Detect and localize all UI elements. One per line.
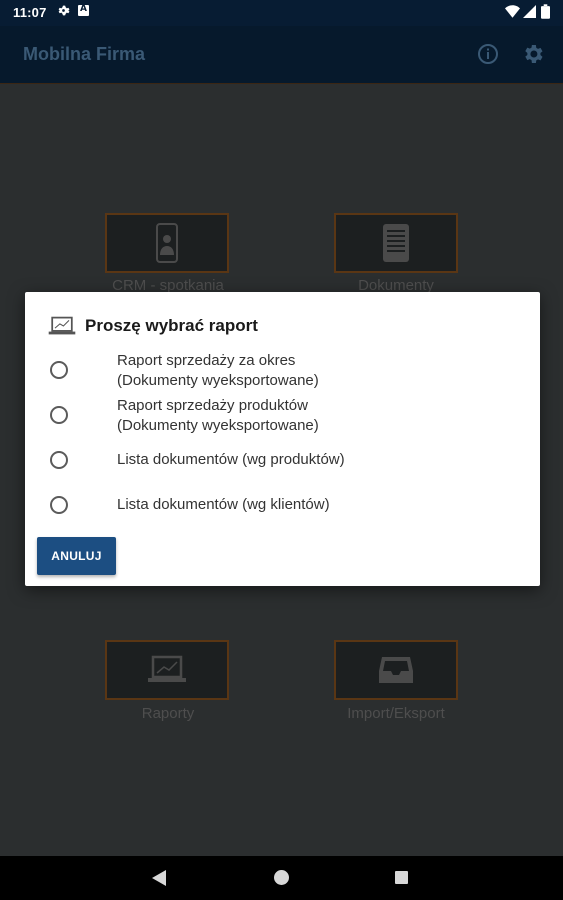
app-title: Mobilna Firma [23,44,146,64]
inbox-tray-icon [379,657,413,683]
battery-icon [541,4,550,19]
tile-dokumenty[interactable] [334,213,458,273]
report-option-label: Lista dokumentów (wg produktów) [117,451,345,468]
app-bar: Mobilna Firma [0,26,563,84]
dialog-title: Proszę wybrać raport [85,316,258,335]
tile-raporty[interactable] [105,640,229,700]
signal-icon [523,5,536,18]
laptop-chart-icon [48,316,76,335]
wifi-icon [505,5,520,18]
report-option[interactable]: Raport sprzedaży za okres (Dokumenty wye… [48,350,518,394]
tile-label-raporty: Raporty [141,705,195,722]
tile-import-eksport[interactable] [334,640,458,700]
report-option-label: Raport sprzedaży za okres (Dokumenty wye… [117,352,319,389]
cancel-button[interactable]: ANULUJ [37,537,116,575]
person-phone-icon [156,223,178,263]
tile-label-import-eksport: Import/Eksport [347,705,445,722]
radio-button[interactable] [50,451,68,469]
report-dialog: Proszę wybrać raport Raport sprzedaży za… [25,292,540,586]
radio-button[interactable] [50,361,68,379]
report-option[interactable]: Lista dokumentów (wg produktów) [48,447,518,473]
recent-apps-icon[interactable] [395,871,408,884]
report-option-label: Lista dokumentów (wg klientów) [117,496,330,513]
back-icon[interactable] [152,870,166,886]
info-icon[interactable] [476,42,500,66]
home-icon[interactable] [274,870,289,885]
radio-button[interactable] [50,406,68,424]
settings-icon[interactable] [521,42,545,66]
document-icon [383,224,409,262]
nav-bar [0,856,563,900]
report-option[interactable]: Raport sprzedaży produktów (Dokumenty wy… [48,396,518,440]
status-time: 11:07 [13,5,47,20]
report-option[interactable]: Lista dokumentów (wg klientów) [48,492,518,518]
radio-button[interactable] [50,496,68,514]
status-bar: 11:07 A [0,0,563,26]
report-option-label: Raport sprzedaży produktów (Dokumenty wy… [117,397,319,434]
laptop-chart-icon [148,655,186,682]
a-notification-icon: A [78,4,89,16]
gear-icon [58,5,70,16]
tile-crm[interactable] [105,213,229,273]
